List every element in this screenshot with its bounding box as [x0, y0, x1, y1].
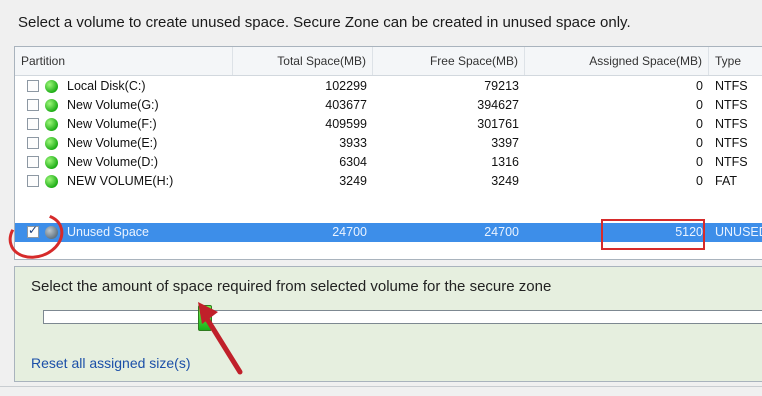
assigned-space: 0: [696, 79, 703, 93]
assigned-space: 0: [696, 174, 703, 188]
total-space: 403677: [325, 98, 367, 112]
panel-label: Select the amount of space required from…: [31, 278, 552, 295]
assigned-space: 0: [696, 117, 703, 131]
partition-type: UNUSED: [715, 225, 762, 239]
partition-type: NTFS: [715, 155, 748, 169]
partition-type: NTFS: [715, 98, 748, 112]
table-row[interactable]: NEW VOLUME(H:) 3249 3249 0 FAT: [15, 172, 762, 191]
total-space: 3249: [339, 174, 367, 188]
assigned-space: 0: [696, 155, 703, 169]
free-space: 3397: [491, 136, 519, 150]
table-row[interactable]: New Volume(D:) 6304 1316 0 NTFS: [15, 153, 762, 172]
total-space: 3933: [339, 136, 367, 150]
partition-name: Local Disk(C:): [67, 79, 146, 93]
size-slider-track[interactable]: [43, 310, 762, 324]
assigned-space: 0: [696, 136, 703, 150]
table-row[interactable]: Local Disk(C:) 102299 79213 0 NTFS: [15, 77, 762, 96]
divider: [0, 386, 762, 387]
total-space: 409599: [325, 117, 367, 131]
total-space: 24700: [332, 225, 367, 239]
header-free-space[interactable]: Free Space(MB): [373, 47, 525, 75]
partition-type: NTFS: [715, 79, 748, 93]
free-space: 3249: [491, 174, 519, 188]
free-space: 24700: [484, 225, 519, 239]
partition-name: New Volume(F:): [67, 117, 157, 131]
reset-assigned-sizes-link[interactable]: Reset all assigned size(s): [31, 355, 191, 371]
partition-type: FAT: [715, 174, 737, 188]
free-space: 301761: [477, 117, 519, 131]
total-space: 102299: [325, 79, 367, 93]
table-row[interactable]: New Volume(E:) 3933 3397 0 NTFS: [15, 134, 762, 153]
annotation-arrow-icon: [198, 302, 243, 375]
header-partition[interactable]: Partition: [15, 47, 233, 75]
list-header: Partition Total Space(MB) Free Space(MB)…: [15, 47, 762, 76]
header-type[interactable]: Type: [709, 47, 762, 75]
free-space: 1316: [491, 155, 519, 169]
partition-name: NEW VOLUME(H:): [67, 174, 174, 188]
assigned-space: 0: [696, 98, 703, 112]
partition-name: New Volume(E:): [67, 136, 158, 150]
annotation-highlight-box: [601, 219, 705, 250]
partition-type: NTFS: [715, 136, 748, 150]
header-total-space[interactable]: Total Space(MB): [233, 47, 373, 75]
table-row[interactable]: New Volume(G:) 403677 394627 0 NTFS: [15, 96, 762, 115]
free-space: 79213: [484, 79, 519, 93]
header-assigned-space[interactable]: Assigned Space(MB): [525, 47, 709, 75]
secure-zone-size-panel: Select the amount of space required from…: [14, 266, 762, 382]
partition-name: New Volume(D:): [67, 155, 158, 169]
free-space: 394627: [477, 98, 519, 112]
total-space: 6304: [339, 155, 367, 169]
instruction-text: Select a volume to create unused space. …: [18, 14, 631, 31]
partition-name: New Volume(G:): [67, 98, 159, 112]
table-row[interactable]: New Volume(F:) 409599 301761 0 NTFS: [15, 115, 762, 134]
partition-type: NTFS: [715, 117, 748, 131]
